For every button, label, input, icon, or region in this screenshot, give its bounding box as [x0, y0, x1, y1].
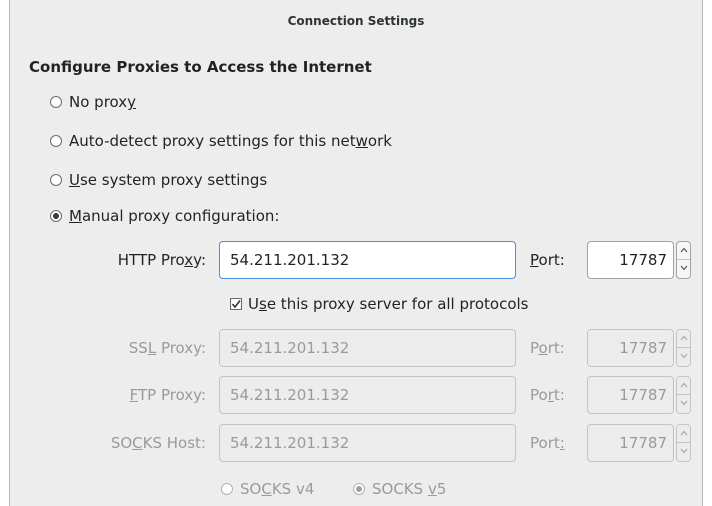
http-port-label: Port: [530, 251, 565, 269]
chevron-up-icon [680, 247, 688, 253]
ftp-port-spinner[interactable] [676, 376, 691, 414]
spin-down-button[interactable] [677, 348, 690, 366]
radio-socks-v4[interactable]: SOCKS v4 [221, 478, 314, 500]
ssl-proxy-input[interactable] [219, 329, 516, 367]
radio-label: Auto-detect proxy settings for this netw… [69, 132, 392, 150]
ftp-proxy-label: FTP Proxy: [129, 386, 206, 404]
connection-settings-dialog: Connection Settings Configure Proxies to… [9, 0, 703, 506]
spin-up-button[interactable] [677, 377, 690, 395]
section-title: Configure Proxies to Access the Internet [29, 58, 372, 76]
ftp-port-label: Port: [530, 386, 565, 404]
spin-up-button[interactable] [677, 425, 690, 443]
spin-down-button[interactable] [677, 395, 690, 413]
chevron-down-icon [680, 265, 688, 271]
chevron-up-icon [680, 335, 688, 341]
radio-button-selected-icon [50, 210, 62, 222]
http-port-input[interactable] [587, 241, 674, 279]
radio-button-icon [50, 135, 62, 147]
radio-label: No proxy [69, 93, 137, 111]
socks-port-label: Port: [530, 434, 565, 452]
http-proxy-label: HTTP Proxy: [117, 251, 206, 269]
ftp-proxy-input[interactable] [219, 376, 516, 414]
radio-label: Use system proxy settings [69, 171, 268, 189]
ftp-port-input[interactable] [587, 376, 674, 414]
ssl-port-spinner[interactable] [676, 329, 691, 367]
radio-label: SOCKS v4 [240, 480, 315, 498]
radio-button-icon [221, 483, 233, 495]
socks-host-input[interactable] [219, 424, 516, 462]
socks-port-input[interactable] [587, 424, 674, 462]
spin-down-button[interactable] [677, 260, 690, 278]
radio-label: SOCKS v5 [372, 480, 447, 498]
chevron-up-icon [680, 430, 688, 436]
radio-label: Manual proxy configuration: [69, 207, 280, 225]
checkbox-label: Use this proxy server for all protocols [248, 295, 529, 313]
chevron-down-icon [680, 400, 688, 406]
chevron-down-icon [680, 353, 688, 359]
socks-host-label: SOCKS Host: [110, 434, 206, 452]
use-for-all-protocols-checkbox[interactable]: Use this proxy server for all protocols [230, 293, 529, 315]
radio-system-proxy[interactable]: Use system proxy settings [50, 169, 267, 191]
radio-no-proxy[interactable]: No proxy [50, 91, 136, 113]
radio-manual-proxy[interactable]: Manual proxy configuration: [50, 205, 279, 227]
http-proxy-input[interactable] [219, 241, 516, 279]
radio-auto-detect[interactable]: Auto-detect proxy settings for this netw… [50, 130, 392, 152]
radio-socks-v5[interactable]: SOCKS v5 [353, 478, 446, 500]
dialog-title: Connection Settings [287, 14, 425, 28]
checkbox-checked-icon [230, 298, 242, 310]
http-port-spinner[interactable] [676, 241, 691, 279]
spin-down-button[interactable] [677, 443, 690, 461]
chevron-down-icon [680, 448, 688, 454]
ssl-proxy-label: SSL Proxy: [128, 339, 206, 357]
radio-button-icon [50, 174, 62, 186]
spin-up-button[interactable] [677, 242, 690, 260]
radio-button-selected-icon [353, 483, 365, 495]
radio-button-icon [50, 96, 62, 108]
socks-port-spinner[interactable] [676, 424, 691, 462]
spin-up-button[interactable] [677, 330, 690, 348]
ssl-port-label: Port: [530, 339, 565, 357]
ssl-port-input[interactable] [587, 329, 674, 367]
chevron-up-icon [680, 382, 688, 388]
